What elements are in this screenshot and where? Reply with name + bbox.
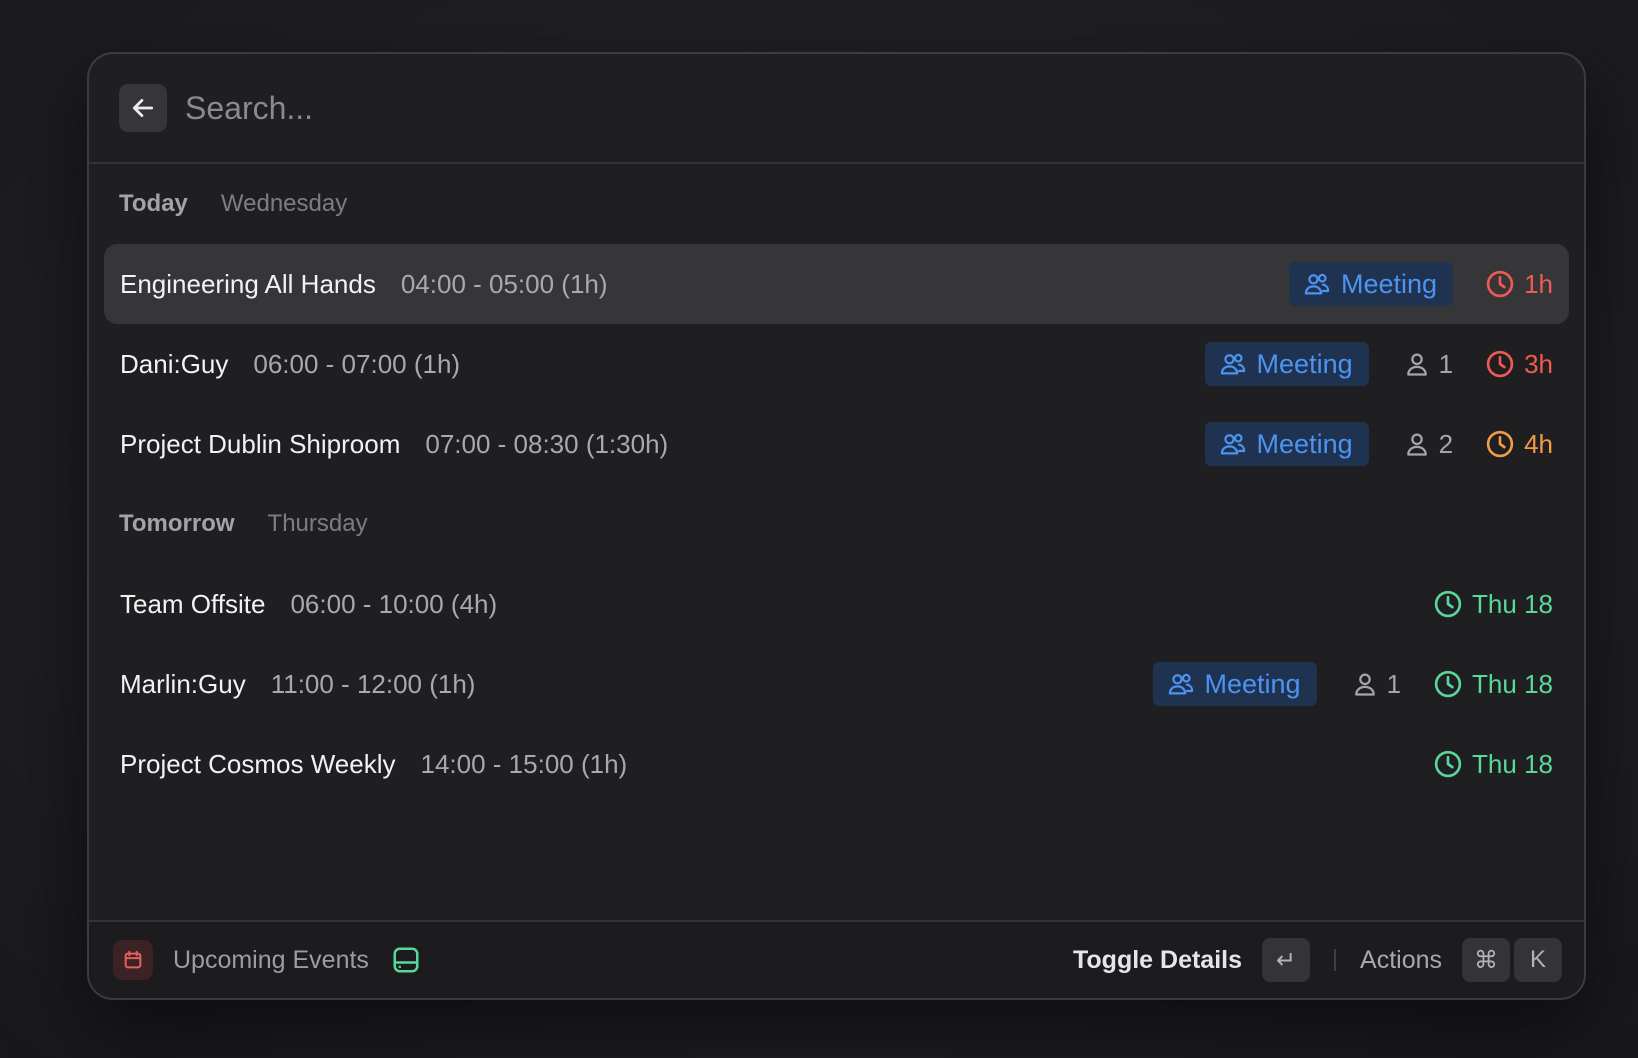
section-header: Tomorrow Thursday: [89, 484, 1584, 564]
time-until: 3h: [1485, 349, 1553, 380]
event-title: Engineering All Hands: [120, 268, 376, 299]
event-list: Today Wednesday Engineering All Hands 04:00…: [89, 164, 1584, 804]
event-time: 06:00 - 07:00 (1h): [253, 348, 461, 379]
person-icon: [1403, 350, 1439, 378]
launcher-window: Today Wednesday Engineering All Hands 04:00…: [87, 52, 1586, 1000]
clock-icon: [1433, 589, 1472, 619]
tag-label: Meeting: [1204, 668, 1301, 699]
cmd-key-hint: ⌘: [1462, 938, 1510, 982]
meeting-tag: Meeting: [1152, 662, 1317, 706]
event-accessories: Meeting 1 Thu 18: [1152, 662, 1553, 706]
event-title: Project Cosmos Weekly: [120, 748, 396, 779]
section-header: Today Wednesday: [89, 164, 1584, 244]
footer-divider: [1334, 949, 1337, 971]
time-until: Thu 18: [1433, 749, 1553, 780]
clock-icon: [1485, 349, 1524, 379]
event-accessories: Meeting 2 4h: [1204, 422, 1553, 466]
time-until-label: 4h: [1524, 428, 1553, 459]
section-subtitle: Thursday: [267, 510, 368, 537]
people-icon: [1219, 350, 1257, 378]
people-icon: [1219, 430, 1257, 458]
command-title: Upcoming Events: [173, 945, 369, 974]
search-input[interactable]: [185, 89, 1584, 127]
k-key-hint: K: [1514, 938, 1562, 982]
attendee-count: 2: [1403, 429, 1453, 460]
section-rows: Team Offsite 06:00 - 10:00 (4h) Thu 18 Marl…: [89, 564, 1584, 804]
section-title: Today: [119, 190, 188, 217]
time-until-label: 3h: [1524, 348, 1553, 379]
attendee-number: 2: [1438, 428, 1454, 459]
event-accessories: Meeting 1 3h: [1204, 342, 1553, 386]
event-accessories: Thu 18: [1401, 749, 1553, 780]
event-time: 14:00 - 15:00 (1h): [420, 748, 628, 779]
time-until-label: Thu 18: [1472, 668, 1553, 699]
event-time: 07:00 - 08:30 (1:30h): [425, 428, 669, 459]
tag-label: Meeting: [1256, 348, 1353, 379]
time-until-label: 1h: [1524, 268, 1553, 299]
arrow-left-icon: [132, 99, 154, 117]
event-title: Dani:Guy: [120, 348, 229, 379]
search-bar: [89, 54, 1584, 164]
event-row[interactable]: Team Offsite 06:00 - 10:00 (4h) Thu 18: [104, 564, 1569, 644]
meeting-tag: Meeting: [1289, 262, 1454, 306]
attendee-number: 1: [1438, 348, 1454, 379]
clock-icon: [1433, 749, 1472, 779]
enter-key-hint: ↵: [1262, 938, 1311, 982]
event-title: Marlin:Guy: [120, 668, 246, 699]
hard-drive-icon: [391, 945, 421, 975]
back-button[interactable]: [119, 84, 167, 132]
time-until: Thu 18: [1433, 589, 1553, 620]
event-time: 04:00 - 05:00 (1h): [400, 268, 608, 299]
section-rows: Engineering All Hands 04:00 - 05:00 (1h) M…: [89, 244, 1584, 484]
section-subtitle: Wednesday: [220, 190, 348, 217]
attendee-count: 1: [1403, 349, 1453, 380]
attendee-number: 1: [1386, 668, 1402, 699]
clock-icon: [1485, 269, 1524, 299]
time-until: Thu 18: [1433, 669, 1553, 700]
clock-icon: [1485, 429, 1524, 459]
event-accessories: Meeting 1h: [1289, 262, 1553, 306]
person-icon: [1351, 670, 1387, 698]
toggle-details-button[interactable]: Toggle Details: [1073, 946, 1242, 975]
time-until: 4h: [1485, 429, 1553, 460]
event-row[interactable]: Project Cosmos Weekly 14:00 - 15:00 (1h) T…: [104, 724, 1569, 804]
tag-label: Meeting: [1341, 268, 1438, 299]
event-accessories: Thu 18: [1401, 589, 1553, 620]
time-until: 1h: [1485, 269, 1553, 300]
meeting-tag: Meeting: [1204, 342, 1369, 386]
event-time: 11:00 - 12:00 (1h): [270, 668, 476, 699]
tag-label: Meeting: [1256, 428, 1353, 459]
event-title: Project Dublin Shiproom: [120, 428, 401, 459]
people-icon: [1167, 670, 1205, 698]
event-row[interactable]: Project Dublin Shiproom 07:00 - 08:30 (1:…: [104, 404, 1569, 484]
event-title: Team Offsite: [120, 588, 266, 619]
action-bar: Upcoming Events Toggle Details ↵ Actions…: [89, 920, 1584, 998]
actions-button[interactable]: Actions: [1360, 946, 1442, 975]
time-until-label: Thu 18: [1472, 588, 1553, 619]
time-until-label: Thu 18: [1472, 748, 1553, 779]
attendee-count: 1: [1351, 669, 1401, 700]
app-icon: [113, 940, 153, 980]
clock-icon: [1433, 669, 1472, 699]
calendar-icon: [124, 950, 142, 969]
event-row[interactable]: Dani:Guy 06:00 - 07:00 (1h) Meeting 1 3h: [104, 324, 1569, 404]
event-row[interactable]: Engineering All Hands 04:00 - 05:00 (1h) M…: [104, 244, 1569, 324]
event-row[interactable]: Marlin:Guy 11:00 - 12:00 (1h) Meeting 1 Thu …: [104, 644, 1569, 724]
meeting-tag: Meeting: [1204, 422, 1369, 466]
section-title: Tomorrow: [119, 510, 235, 537]
person-icon: [1403, 430, 1439, 458]
event-time: 06:00 - 10:00 (4h): [290, 588, 498, 619]
people-icon: [1303, 270, 1341, 298]
